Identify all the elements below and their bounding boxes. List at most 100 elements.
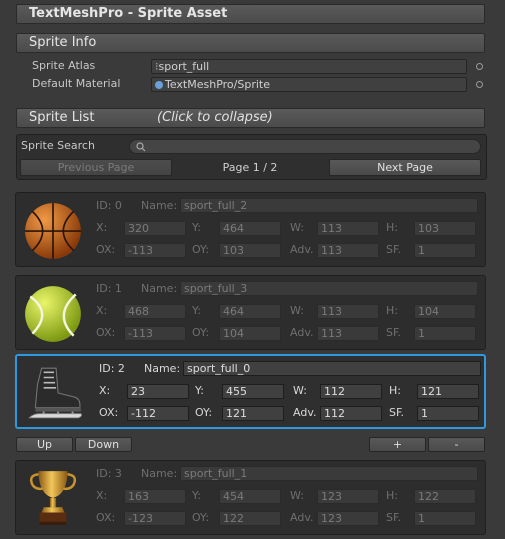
sprite-adv-field[interactable]: 113 <box>317 243 379 258</box>
remove-sprite-button[interactable]: - <box>428 437 485 452</box>
sprite-list-header[interactable]: Sprite List (Click to collapse) <box>16 108 485 128</box>
sprite-id-label: ID: 3 <box>96 467 122 480</box>
sprite-h-label: H: <box>386 221 398 234</box>
sprite-atlas-field[interactable]: ⁝sport_full <box>151 59 467 74</box>
sprite-w-field[interactable]: 123 <box>317 489 379 504</box>
sprite-ox-label: OX: <box>99 406 119 419</box>
sprite-x-field[interactable]: 23 <box>127 384 189 399</box>
sprite-y-field[interactable]: 464 <box>219 304 281 319</box>
sprite-oy-field[interactable]: 121 <box>222 406 284 421</box>
sprite-adv-label: Adv. <box>290 326 314 339</box>
sprite-x-label: X: <box>96 304 108 317</box>
sprite-y-label: Y: <box>192 489 201 502</box>
collapse-hint: (Click to collapse) <box>157 110 273 125</box>
sprite-atlas-label: Sprite Atlas <box>32 59 96 72</box>
sprite-sf-field[interactable]: 1 <box>414 326 476 341</box>
sprite-ox-label: OX: <box>96 511 116 524</box>
sprite-y-label: Y: <box>192 221 201 234</box>
sprite-h-field[interactable]: 103 <box>414 221 476 236</box>
sprite-ox-field[interactable]: -112 <box>127 406 189 421</box>
sprite-ox-field[interactable]: -113 <box>124 326 186 341</box>
sprite-y-field[interactable]: 455 <box>222 384 284 399</box>
sprite-ox-label: OX: <box>96 243 116 256</box>
sprite-info-header[interactable]: Sprite Info <box>16 33 485 53</box>
sprite-h-label: H: <box>389 384 401 397</box>
sprite-w-field[interactable]: 113 <box>317 221 379 236</box>
sprite-adv-label: Adv. <box>293 406 317 419</box>
sprite-y-field[interactable]: 464 <box>219 221 281 236</box>
sprite-card[interactable]: ID: 3 Name: sport_full_1 X: 163 Y: 454 W: 123 H: 1… <box>15 460 486 535</box>
move-down-button[interactable]: Down <box>75 437 132 452</box>
sprite-name-label: Name: <box>141 467 178 480</box>
sprite-sf-label: SF. <box>386 511 402 524</box>
basketball-icon <box>22 199 84 261</box>
sprite-id-label: ID: 1 <box>96 282 122 295</box>
sprite-oy-label: OY: <box>192 326 210 339</box>
sprite-adv-field[interactable]: 123 <box>317 511 379 526</box>
add-sprite-button[interactable]: + <box>369 437 426 452</box>
sprite-oy-label: OY: <box>192 243 210 256</box>
sprite-sf-field[interactable]: 1 <box>414 243 476 258</box>
sprite-h-field[interactable]: 121 <box>417 384 479 399</box>
page-indicator: Page 1 / 2 <box>222 161 278 174</box>
sprite-oy-field[interactable]: 122 <box>219 511 281 526</box>
sprite-x-label: X: <box>96 489 108 502</box>
sprite-card[interactable]: ID: 1 Name: sport_full_3 X: 468 Y: 464 W: 113 H: 1… <box>15 275 486 350</box>
material-icon <box>155 81 163 89</box>
sprite-oy-field[interactable]: 103 <box>219 243 281 258</box>
sprite-search-input[interactable] <box>129 139 481 154</box>
sprite-card[interactable]: ID: 0 Name: sport_full_2 X: 320 Y: 464 W: 113 H: 1… <box>15 192 486 267</box>
sprite-sf-label: SF. <box>386 243 402 256</box>
search-icon <box>136 142 146 152</box>
sprite-h-label: H: <box>386 304 398 317</box>
sprite-h-field[interactable]: 104 <box>414 304 476 319</box>
sprite-sf-field[interactable]: 1 <box>417 406 479 421</box>
sprite-w-field[interactable]: 112 <box>320 384 382 399</box>
default-material-label: Default Material <box>32 77 121 90</box>
sprite-name-label: Name: <box>144 362 181 375</box>
atlas-picker-icon[interactable] <box>476 63 483 70</box>
sprite-name-label: Name: <box>141 282 178 295</box>
sprite-name-field[interactable]: sport_full_2 <box>180 198 478 213</box>
sprite-sf-label: SF. <box>386 326 402 339</box>
sprite-adv-field[interactable]: 112 <box>320 406 382 421</box>
sprite-search-label: Sprite Search <box>21 139 95 152</box>
sprite-name-field[interactable]: sport_full_0 <box>183 361 481 376</box>
sprite-x-field[interactable]: 320 <box>124 221 186 236</box>
ice-skate-icon <box>23 362 85 424</box>
material-picker-icon[interactable] <box>476 81 483 88</box>
sprite-name-label: Name: <box>141 199 178 212</box>
sprite-id-label: ID: 0 <box>96 199 122 212</box>
sprite-x-label: X: <box>96 221 108 234</box>
move-up-button[interactable]: Up <box>16 437 73 452</box>
sprite-ox-field[interactable]: -113 <box>124 243 186 258</box>
sprite-w-label: W: <box>293 384 307 397</box>
previous-page-button[interactable]: Previous Page <box>20 159 172 176</box>
sprite-x-field[interactable]: 468 <box>124 304 186 319</box>
sprite-card[interactable]: ID: 2 Name: sport_full_0 X: 23 Y: 455 W: 112 H: 12… <box>15 354 486 429</box>
sprite-x-field[interactable]: 163 <box>124 489 186 504</box>
sprite-h-field[interactable]: 122 <box>414 489 476 504</box>
sprite-y-field[interactable]: 454 <box>219 489 281 504</box>
sprite-w-label: W: <box>290 489 304 502</box>
sprite-w-label: W: <box>290 304 304 317</box>
sprite-name-field[interactable]: sport_full_3 <box>180 281 478 296</box>
sprite-w-field[interactable]: 113 <box>317 304 379 319</box>
sprite-sf-label: SF. <box>389 406 405 419</box>
sprite-h-label: H: <box>386 489 398 502</box>
inspector-title: TextMeshPro - Sprite Asset <box>16 4 485 24</box>
sprite-name-field[interactable]: sport_full_1 <box>180 466 478 481</box>
default-material-field[interactable]: TextMeshPro/Sprite <box>151 77 467 92</box>
sprite-sf-field[interactable]: 1 <box>414 511 476 526</box>
sprite-adv-label: Adv. <box>290 243 314 256</box>
sprite-x-label: X: <box>99 384 111 397</box>
sprite-ox-field[interactable]: -123 <box>124 511 186 526</box>
sprite-adv-field[interactable]: 113 <box>317 326 379 341</box>
sprite-ox-label: OX: <box>96 326 116 339</box>
sprite-id-label: ID: 2 <box>99 362 125 375</box>
next-page-button[interactable]: Next Page <box>329 159 481 176</box>
trophy-icon <box>22 467 84 529</box>
sprite-w-label: W: <box>290 221 304 234</box>
sprite-y-label: Y: <box>195 384 204 397</box>
sprite-oy-field[interactable]: 104 <box>219 326 281 341</box>
